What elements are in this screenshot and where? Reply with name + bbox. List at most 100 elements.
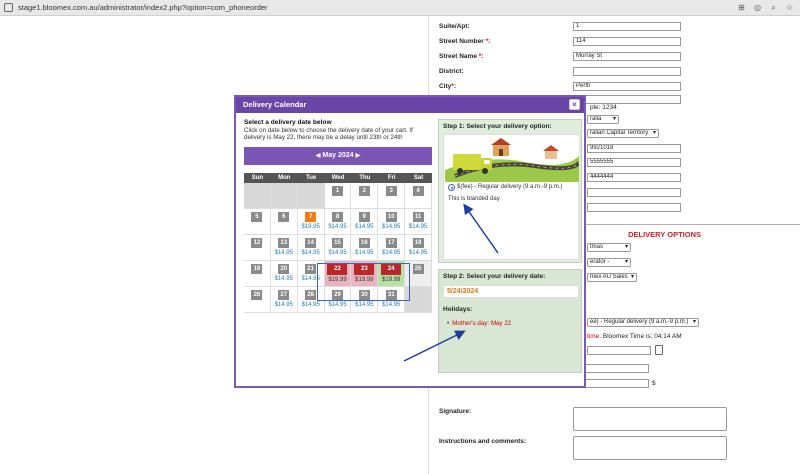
day-number: 14 [305, 238, 317, 248]
day-number: 10 [385, 212, 397, 222]
step1-panel: Step 1: Select your delivery option: $(f… [438, 119, 582, 263]
holiday-item: Mother's day: May 22 [447, 320, 511, 327]
calendar-day-26: 26 [244, 287, 271, 313]
day-number: 1 [331, 186, 343, 196]
modal-title: Delivery Calendar [243, 100, 307, 109]
day-number: 28 [305, 290, 317, 300]
browser-address-bar: stage1.bloomex.com.au/administrator/inde… [0, 0, 800, 16]
day-number: 3 [385, 186, 397, 196]
instructions-textarea[interactable] [573, 436, 727, 460]
district-input[interactable] [573, 67, 681, 76]
day-number: 12 [251, 238, 263, 248]
delivery-calendar-modal: Delivery Calendar × Select a delivery da… [234, 95, 586, 388]
close-icon[interactable]: × [569, 99, 580, 110]
operator-select[interactable]: erator - [587, 258, 631, 267]
delivery-option-radio[interactable] [448, 184, 455, 191]
step2-panel: Step 2: Select your delivery date: 5/24/… [438, 269, 582, 373]
day-number: 19 [251, 264, 263, 274]
calendar-day-16[interactable]: 16 $14.95 [351, 235, 379, 261]
translate-icon[interactable]: ⊞ [737, 2, 746, 13]
city-input[interactable]: Perth [573, 82, 681, 91]
calendar-day-7[interactable]: 7 $19.95 [297, 209, 325, 235]
date-input[interactable] [587, 346, 651, 355]
url-text[interactable]: stage1.bloomex.com.au/administrator/inde… [18, 3, 268, 12]
phone-input-2[interactable]: 5555555 [587, 158, 681, 167]
delivery-method-select[interactable]: ee) - Regular delivery (9 a.m.-9 p.m.) [587, 318, 699, 327]
occasion-select[interactable]: tmas [587, 243, 631, 252]
delivery-option-label[interactable]: $(fee) - Regular delivery (9 a.m.-9 p.m.… [457, 184, 562, 190]
calendar-day-27[interactable]: 27 $14.95 [270, 287, 298, 313]
day-number: 13 [278, 238, 290, 248]
selected-date-field[interactable]: 5/24/2024 [443, 285, 579, 298]
day-number: 17 [385, 238, 397, 248]
calendar-day-10[interactable]: 10 $14.95 [378, 209, 406, 235]
signature-label: Signature: [439, 408, 472, 415]
day-price: $14.95 [301, 302, 320, 308]
extra-input-2[interactable] [587, 203, 681, 212]
site-info-icon[interactable] [4, 3, 13, 12]
day-price: $14.95 [328, 302, 347, 308]
day-price: $14.95 [382, 224, 401, 230]
calendar-day-14[interactable]: 14 $14.95 [297, 235, 325, 261]
calendar-day-20[interactable]: 20 $14.95 [270, 261, 298, 287]
calendar-day-17[interactable]: 17 $14.95 [378, 235, 406, 261]
calendar-day-3: 3 [378, 183, 406, 209]
day-number: 6 [278, 212, 290, 222]
phone-input-3[interactable]: 4444444 [587, 173, 681, 182]
calendar-day-13[interactable]: 13 $14.95 [270, 235, 298, 261]
day-price: $14.95 [408, 224, 428, 230]
postcode-input[interactable] [573, 95, 681, 104]
calendar-day-12: 12 [244, 235, 271, 261]
street-number-input[interactable]: 114 [573, 37, 681, 46]
calendar-day-11[interactable]: 11 $14.95 [405, 209, 432, 235]
prev-month-icon[interactable]: ◀ [316, 153, 321, 159]
calendar-day-8[interactable]: 8 $14.95 [324, 209, 352, 235]
street-name-input[interactable]: Murray St [573, 52, 681, 61]
sales-select[interactable]: mex AU Sales [587, 273, 637, 282]
day-number: 18 [412, 238, 424, 248]
day-price: $14.95 [355, 302, 374, 308]
street-number-label: Street Number *: [439, 38, 491, 45]
day-price: $19.95 [301, 224, 320, 230]
day-number: 15 [331, 238, 343, 248]
zoom-icon[interactable]: ⌕ [769, 2, 778, 13]
calendar-day-1: 1 [324, 183, 352, 209]
calendar-day-15[interactable]: 15 $14.95 [324, 235, 352, 261]
lens-icon[interactable]: ◎ [753, 2, 762, 13]
instructions-label: Instructions and comments: [439, 438, 527, 445]
calendar-icon[interactable] [655, 345, 663, 355]
weekday-header: Fri [378, 173, 406, 183]
bookmark-star-icon[interactable]: ☆ [785, 2, 794, 13]
phone-input-1[interactable]: 9921018 [587, 144, 681, 153]
day-price: $14.95 [328, 224, 347, 230]
calendar-instructions: Select a delivery date below Click on da… [244, 119, 434, 142]
city-label: City*: [439, 83, 456, 90]
calendar-day-18[interactable]: 18 $14.95 [405, 235, 432, 261]
suite-input[interactable]: 1 [573, 22, 681, 31]
state-select[interactable]: ralian Capital Territory [587, 129, 659, 138]
next-month-icon[interactable]: ▶ [356, 153, 361, 159]
suite-label: Suite/Apt: [439, 23, 470, 30]
day-price: $14.95 [355, 224, 374, 230]
step2-title: Step 2: Select your delivery date: [443, 273, 546, 280]
day-price: $14.95 [408, 250, 428, 256]
weekday-header: Sun [244, 173, 271, 183]
day-number: 21 [305, 264, 317, 274]
day-price: $14.95 [274, 250, 293, 256]
sample-text: ple: 1234 [590, 104, 617, 111]
calendar-day-9[interactable]: 9 $14.95 [351, 209, 379, 235]
calendar-day-4: 4 [405, 183, 432, 209]
day-number: 8 [331, 212, 343, 222]
street-name-label: Street Name *: [439, 53, 484, 60]
signature-textarea[interactable] [573, 407, 727, 431]
weekday-header: Tue [297, 173, 325, 183]
day-price: $14.95 [301, 250, 320, 256]
day-number: 2 [358, 186, 370, 196]
country-select[interactable]: ralia [587, 115, 619, 124]
day-price: $14.95 [355, 250, 374, 256]
extra-input-1[interactable] [587, 188, 681, 197]
day-number: 25 [412, 264, 424, 274]
calendar-day-19: 19 [244, 261, 271, 287]
calendar-month-bar: ◀ May 2024 ▶ [244, 147, 432, 165]
weekday-header: Sat [405, 173, 432, 183]
